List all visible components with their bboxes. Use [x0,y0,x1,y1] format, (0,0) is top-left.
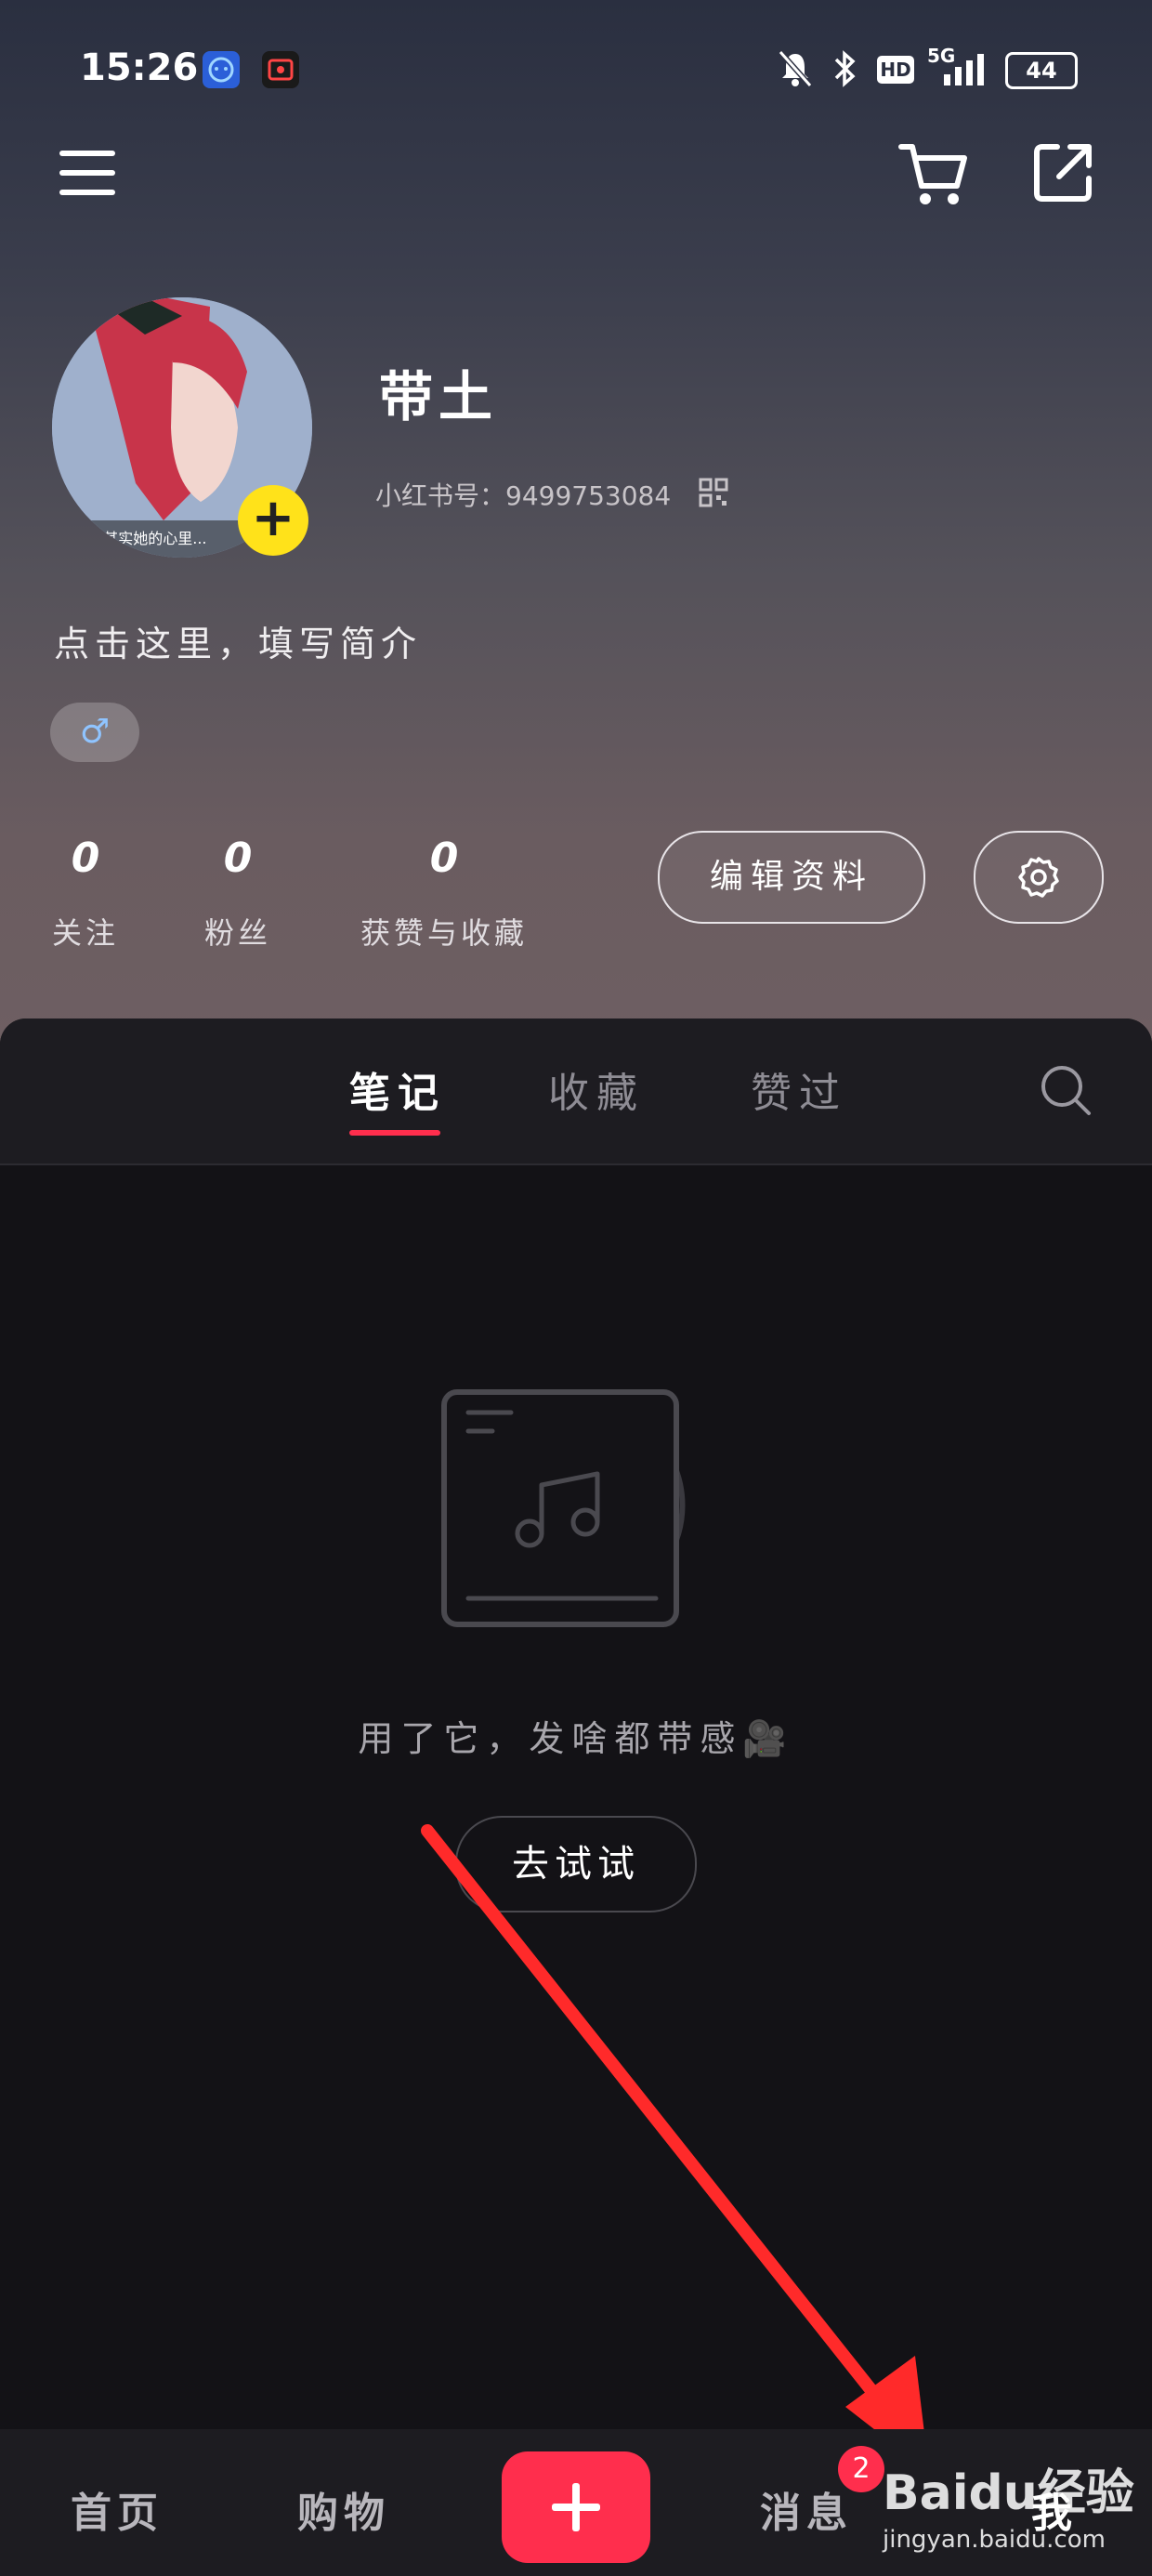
mute-icon [777,48,814,93]
baidu-watermark-url: jingyan.baidu.com [883,2526,1106,2554]
avatar-caption: ...其实她的心里... [89,530,207,547]
bio-placeholder[interactable]: 点击这里，填写简介 [54,615,422,666]
qr-code-icon[interactable] [699,478,728,511]
stat-label: 粉丝 [203,915,271,951]
baidu-watermark: Baidu经验 [883,2465,1134,2521]
bluetooth-icon [831,48,858,93]
stat-value: 0 [223,835,253,882]
stat-value: 0 [429,835,459,882]
stat-label: 关注 [51,915,119,951]
music-album-icon [437,1385,725,1639]
nav-shop[interactable]: 购物 [297,2479,390,2539]
nav-messages[interactable]: 消息 [760,2479,853,2539]
user-id-row: 小红书号：9499753084 [375,476,671,513]
empty-state-message: 用了它，发啥都带感🎥 [358,1718,794,1759]
add-avatar-button[interactable]: + [238,485,308,556]
user-id-value: 9499753084 [505,480,672,511]
nav-home[interactable]: 首页 [71,2479,164,2539]
stat-followers[interactable]: 0 粉丝 [199,835,277,953]
shopping-cart-icon[interactable] [897,139,972,214]
tab-notes[interactable]: 笔记 [349,1059,446,1119]
stat-following[interactable]: 0 关注 [46,835,124,953]
tab-active-indicator [349,1130,440,1136]
red-arrow-annotation [409,1812,948,2485]
username: 带土 [379,365,499,428]
battery-indicator: 44 [1005,52,1078,89]
tab-collections[interactable]: 收藏 [548,1059,645,1119]
edit-profile-button[interactable]: 编辑资料 [658,831,925,924]
tab-liked[interactable]: 赞过 [751,1059,847,1119]
stat-likes-collects[interactable]: 0 获赞与收藏 [351,835,537,953]
create-post-button[interactable] [502,2451,650,2563]
hamburger-menu-icon[interactable] [56,145,119,204]
gear-icon [1018,857,1059,898]
status-time: 15:26 [80,46,199,89]
gender-badge: ♂ [50,703,139,762]
screen-record-icon [262,51,299,88]
search-icon[interactable] [1039,1063,1093,1121]
hd-badge: HD [877,56,914,84]
app-notification-icon [203,51,240,88]
message-badge: 2 [838,2446,884,2492]
stat-label: 获赞与收藏 [360,915,528,951]
user-id-label: 小红书号： [375,480,506,511]
signal-icon [938,54,990,89]
stat-value: 0 [71,835,100,882]
plus-icon [552,2483,600,2531]
settings-button[interactable] [974,831,1104,924]
share-external-icon[interactable] [1029,139,1096,210]
